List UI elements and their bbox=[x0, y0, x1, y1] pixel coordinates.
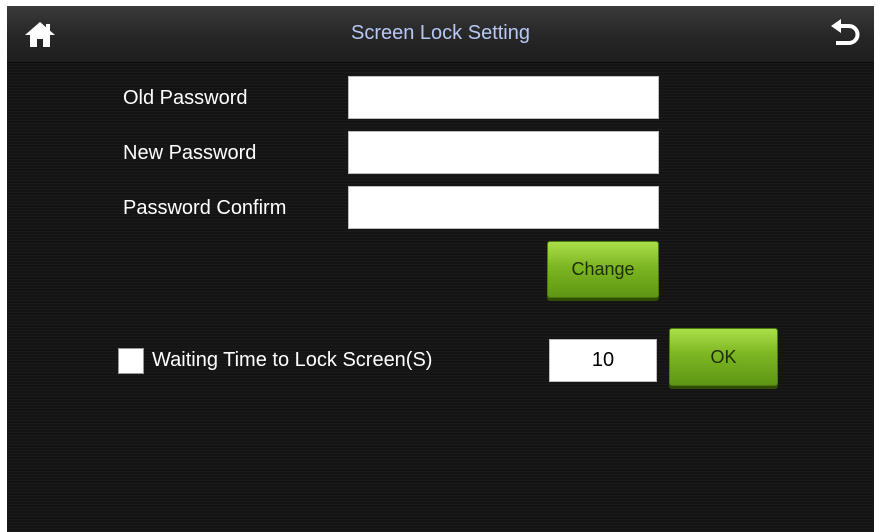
password-confirm-label: Password Confirm bbox=[123, 197, 287, 219]
password-confirm-field[interactable] bbox=[348, 186, 659, 229]
screen-lock-setting-screen: Screen Lock Setting Old Password New Pas… bbox=[7, 6, 874, 532]
old-password-field[interactable] bbox=[348, 76, 659, 119]
waiting-time-label: Waiting Time to Lock Screen(S) bbox=[152, 349, 433, 371]
title-bar: Screen Lock Setting bbox=[7, 6, 874, 63]
lock-timer-checkbox[interactable] bbox=[118, 348, 144, 374]
page-title: Screen Lock Setting bbox=[351, 22, 530, 44]
old-password-label: Old Password bbox=[123, 87, 248, 109]
waiting-time-input[interactable] bbox=[549, 339, 657, 382]
change-button[interactable]: Change bbox=[547, 241, 659, 298]
new-password-label: New Password bbox=[123, 142, 257, 164]
ok-button[interactable]: OK bbox=[669, 328, 778, 386]
new-password-field[interactable] bbox=[348, 131, 659, 174]
back-arrow-icon[interactable] bbox=[829, 19, 861, 49]
